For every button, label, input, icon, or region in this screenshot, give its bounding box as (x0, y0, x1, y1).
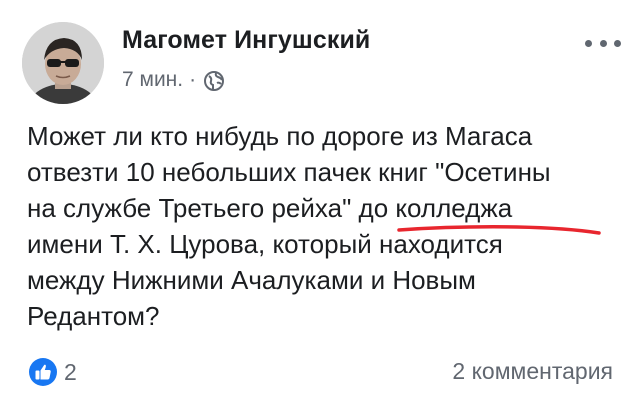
more-dot (585, 39, 592, 47)
author-name[interactable]: Магомет Ингушский (122, 26, 370, 55)
meta-separator: · (189, 68, 197, 91)
avatar-photo (22, 22, 104, 104)
post-meta: 7 мин. · (122, 68, 225, 92)
avatar[interactable] (22, 22, 104, 104)
post-text-line: Может ли кто нибудь по дороге из Магаса (27, 121, 533, 151)
like-icon (29, 358, 57, 386)
more-dot (599, 39, 607, 47)
globe-icon[interactable] (203, 70, 225, 92)
post-text-line: между Нижними Ачалуками и Новым (27, 265, 476, 295)
reactions[interactable]: 2 (28, 357, 77, 387)
post-time[interactable]: 7 мин. (122, 68, 183, 92)
facebook-post: Магомет Ингушский 7 мин. · Может ли кто … (0, 0, 639, 404)
more-dot (614, 39, 621, 47)
like-count: 2 (64, 358, 77, 385)
comments-count-link[interactable]: 2 комментария (452, 358, 613, 385)
post-text-line: на службе Третьего рейха" до колледжа (27, 193, 513, 223)
post-text-line: отвезти 10 небольших пачек книг "Осетины (27, 157, 551, 187)
more-options-icon[interactable] (585, 36, 621, 50)
red-underline-annotation (397, 225, 601, 235)
post-text-line: Редантом? (27, 301, 160, 331)
